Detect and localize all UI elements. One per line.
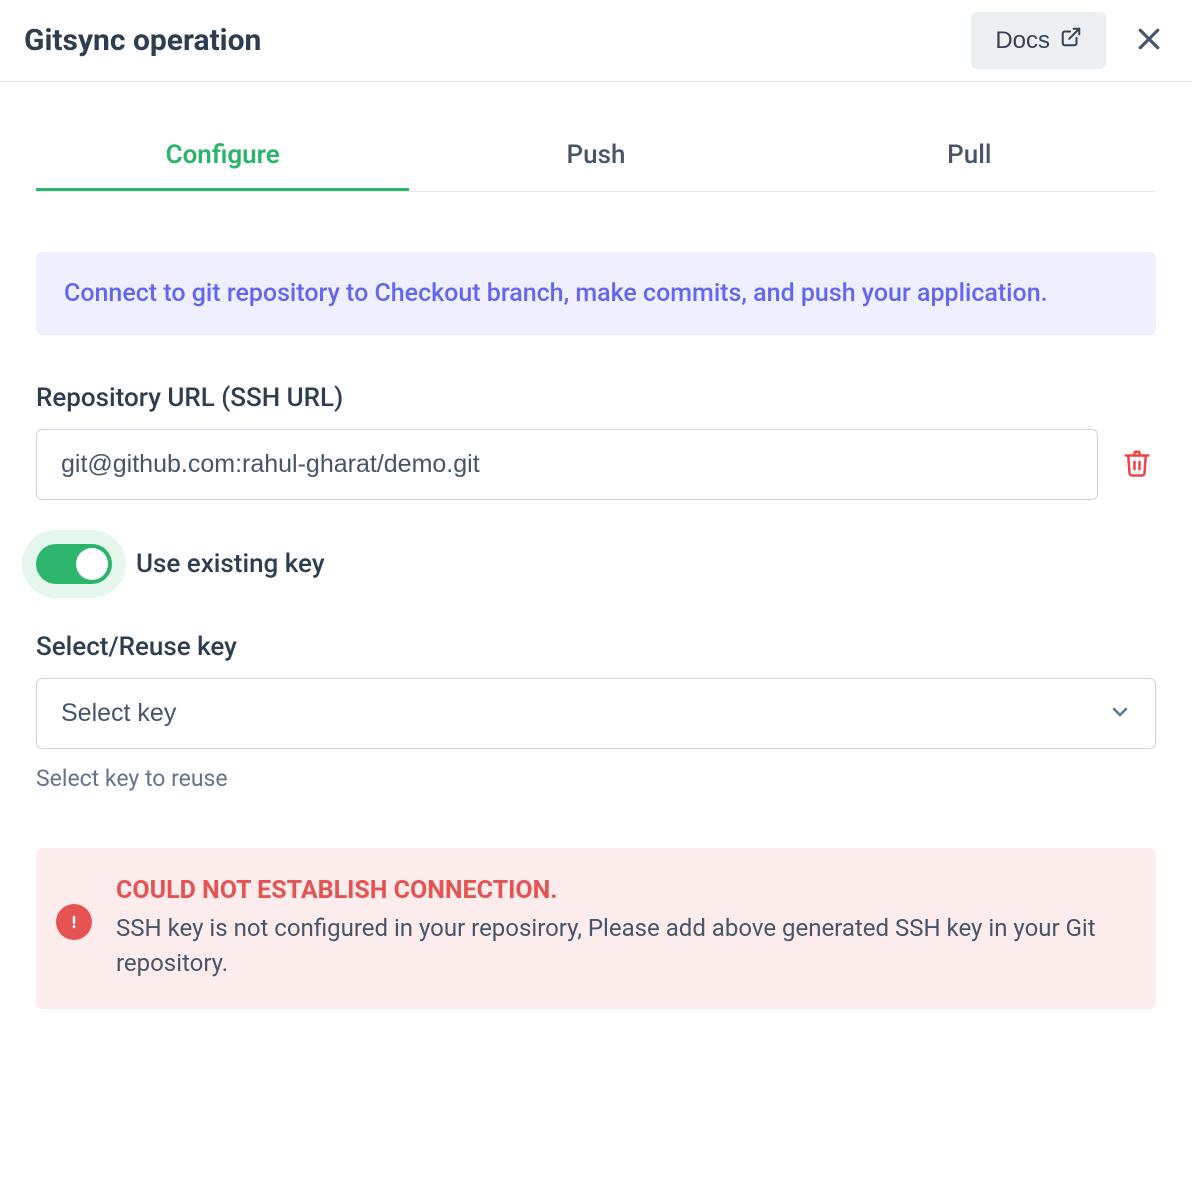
trash-icon bbox=[1122, 466, 1152, 481]
select-key-field: Select/Reuse key Select key Select key t… bbox=[36, 632, 1156, 792]
use-existing-key-row: Use existing key bbox=[36, 544, 1156, 584]
error-title: COULD NOT ESTABLISH CONNECTION. bbox=[116, 876, 1128, 905]
repo-url-row bbox=[36, 429, 1156, 500]
docs-button[interactable]: Docs bbox=[971, 12, 1106, 69]
toggle-knob bbox=[76, 548, 108, 580]
error-banner: COULD NOT ESTABLISH CONNECTION. SSH key … bbox=[36, 848, 1156, 1009]
close-button[interactable] bbox=[1130, 20, 1168, 61]
error-icon bbox=[56, 904, 92, 940]
repo-url-label: Repository URL (SSH URL) bbox=[36, 383, 1156, 413]
tab-pull[interactable]: Pull bbox=[783, 122, 1156, 191]
tab-push[interactable]: Push bbox=[409, 122, 782, 191]
repo-url-field: Repository URL (SSH URL) bbox=[36, 383, 1156, 500]
close-icon bbox=[1134, 42, 1164, 57]
error-message: SSH key is not configured in your reposi… bbox=[116, 911, 1128, 981]
header-actions: Docs bbox=[971, 12, 1168, 69]
use-existing-key-label: Use existing key bbox=[136, 549, 325, 579]
dialog-title: Gitsync operation bbox=[24, 23, 261, 58]
docs-label: Docs bbox=[995, 27, 1050, 55]
use-existing-key-toggle[interactable] bbox=[36, 544, 112, 584]
delete-repo-button[interactable] bbox=[1118, 444, 1156, 485]
tab-configure[interactable]: Configure bbox=[36, 122, 409, 191]
select-key-helper: Select key to reuse bbox=[36, 765, 1156, 792]
dialog-header: Gitsync operation Docs bbox=[0, 0, 1192, 82]
error-body: COULD NOT ESTABLISH CONNECTION. SSH key … bbox=[116, 876, 1128, 981]
dialog-content: Configure Push Pull Connect to git repos… bbox=[0, 122, 1192, 1045]
info-banner: Connect to git repository to Checkout br… bbox=[36, 252, 1156, 335]
tabs: Configure Push Pull bbox=[36, 122, 1156, 192]
select-key-wrapper: Select key bbox=[36, 678, 1156, 749]
repo-url-input[interactable] bbox=[36, 429, 1098, 500]
select-key-input[interactable]: Select key bbox=[36, 678, 1156, 749]
select-key-label: Select/Reuse key bbox=[36, 632, 1156, 662]
external-link-icon bbox=[1060, 26, 1082, 55]
